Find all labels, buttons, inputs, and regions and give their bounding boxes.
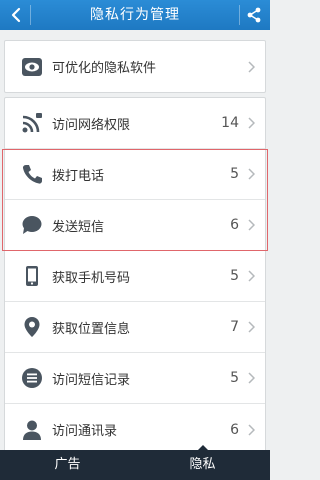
permission-list: 访问网络权限 14 拨打电话 5 发送短信 6 获取手机号码 5 获取位置信息 … — [4, 97, 266, 456]
chevron-right-icon — [243, 41, 259, 92]
chevron-right-icon — [243, 98, 259, 149]
chat-bubble-icon — [12, 200, 52, 251]
item-count: 6 — [230, 421, 239, 438]
list-item-phone-number[interactable]: 获取手机号码 5 — [5, 251, 265, 302]
item-label: 发送短信 — [52, 219, 105, 235]
item-count: 7 — [230, 319, 239, 335]
list-item-optimizable-apps[interactable]: 可优化的隐私软件 — [5, 41, 265, 92]
page-title: 隐私行为管理 — [90, 7, 180, 23]
divider — [239, 5, 240, 25]
item-count: 14 — [221, 115, 239, 131]
mobile-phone-icon — [12, 251, 52, 302]
item-count: 6 — [230, 217, 239, 233]
list-item-contacts[interactable]: 访问通讯录 6 — [5, 404, 265, 455]
eye-icon — [12, 41, 52, 92]
optimizable-card: 可优化的隐私软件 — [4, 40, 266, 93]
network-icon — [12, 98, 52, 149]
tab-privacy[interactable]: 隐私 — [135, 445, 270, 480]
bottom-tab-bar: 广告 隐私 — [0, 445, 270, 480]
chevron-right-icon — [243, 251, 259, 302]
item-label: 获取位置信息 — [52, 321, 131, 337]
person-icon — [12, 404, 52, 455]
location-pin-icon — [12, 302, 52, 353]
tab-ads[interactable]: 广告 — [0, 450, 135, 480]
share-button[interactable] — [242, 3, 266, 27]
chevron-right-icon — [243, 404, 259, 455]
item-count: 5 — [230, 268, 239, 284]
list-item-send-sms[interactable]: 发送短信 6 — [5, 200, 265, 251]
item-count: 5 — [230, 166, 239, 182]
chevron-right-icon — [243, 302, 259, 353]
item-label: 访问通讯录 — [52, 424, 118, 439]
phone-icon — [12, 149, 52, 200]
chevron-right-icon — [243, 353, 259, 404]
item-label: 可优化的隐私软件 — [52, 61, 157, 76]
list-item-sms-records[interactable]: 访问短信记录 5 — [5, 353, 265, 404]
chevron-right-icon — [243, 200, 259, 251]
item-count: 5 — [230, 370, 239, 386]
item-label: 访问短信记录 — [52, 372, 131, 388]
list-item-network[interactable]: 访问网络权限 14 — [5, 98, 265, 149]
item-label: 拨打电话 — [52, 168, 105, 184]
item-label: 访问网络权限 — [52, 117, 131, 133]
top-bar: 隐私行为管理 — [0, 0, 270, 30]
list-item-location[interactable]: 获取位置信息 7 — [5, 302, 265, 353]
item-label: 获取手机号码 — [52, 270, 131, 286]
chevron-right-icon — [243, 149, 259, 200]
list-item-phone-call[interactable]: 拨打电话 5 — [5, 149, 265, 200]
share-icon — [247, 7, 261, 23]
message-list-icon — [12, 353, 52, 404]
